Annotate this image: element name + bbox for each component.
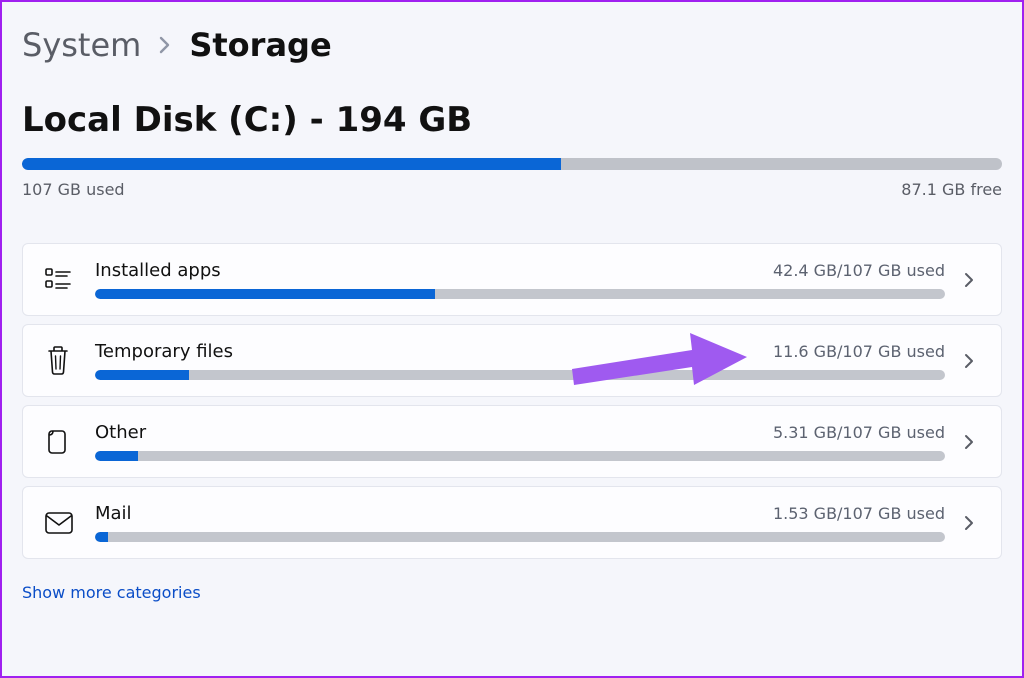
chevron-right-icon	[945, 352, 993, 370]
show-more-categories[interactable]: Show more categories	[22, 583, 1002, 602]
mail-icon	[43, 510, 95, 536]
trash-icon	[43, 344, 95, 378]
category-installed-apps[interactable]: Installed apps 42.4 GB/107 GB used	[22, 243, 1002, 316]
disk-stats: 107 GB used 87.1 GB free	[22, 180, 1002, 199]
chevron-right-icon	[159, 36, 171, 54]
category-usage: 5.31 GB/107 GB used	[773, 423, 945, 442]
category-label: Other	[95, 422, 146, 443]
category-fill	[95, 370, 189, 380]
chevron-right-icon	[945, 271, 993, 289]
category-usage: 1.53 GB/107 GB used	[773, 504, 945, 523]
category-label: Mail	[95, 503, 132, 524]
category-fill	[95, 532, 108, 542]
disk-free-label: 87.1 GB free	[901, 180, 1002, 199]
disk-used-label: 107 GB used	[22, 180, 125, 199]
category-label: Installed apps	[95, 260, 221, 281]
category-list: Installed apps 42.4 GB/107 GB used Tempo…	[22, 243, 1002, 559]
category-usage: 11.6 GB/107 GB used	[773, 342, 945, 361]
category-mail[interactable]: Mail 1.53 GB/107 GB used	[22, 486, 1002, 559]
category-usage: 42.4 GB/107 GB used	[773, 261, 945, 280]
category-fill	[95, 289, 435, 299]
other-icon	[43, 427, 95, 457]
disk-usage-fill	[22, 158, 561, 170]
disk-title: Local Disk (C:) - 194 GB	[22, 100, 1002, 140]
apps-icon	[43, 265, 95, 295]
category-fill	[95, 451, 138, 461]
breadcrumb-parent[interactable]: System	[22, 26, 141, 64]
category-bar	[95, 532, 945, 542]
breadcrumb-current: Storage	[189, 26, 331, 64]
category-other[interactable]: Other 5.31 GB/107 GB used	[22, 405, 1002, 478]
chevron-right-icon	[945, 514, 993, 532]
category-label: Temporary files	[95, 341, 233, 362]
breadcrumb: System Storage	[22, 26, 1002, 64]
disk-usage-bar	[22, 158, 1002, 170]
category-bar	[95, 289, 945, 299]
category-bar	[95, 370, 945, 380]
category-temporary-files[interactable]: Temporary files 11.6 GB/107 GB used	[22, 324, 1002, 397]
category-bar	[95, 451, 945, 461]
chevron-right-icon	[945, 433, 993, 451]
